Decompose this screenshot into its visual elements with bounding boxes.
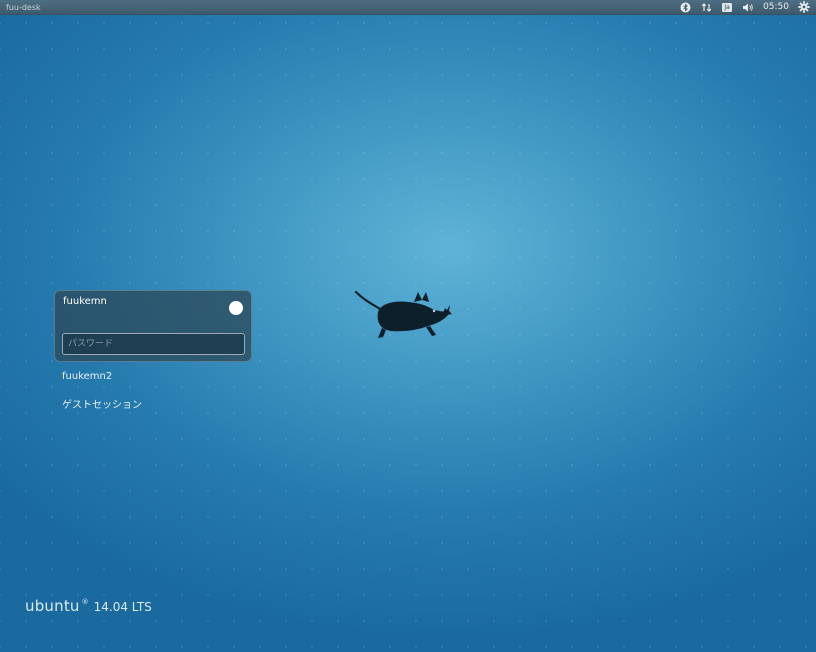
login-screen: fuu-desk Ja 05:50 fuukemn fuukemn2 ゲストセッ… <box>0 0 816 652</box>
user-item-other[interactable]: fuukemn2 <box>62 371 112 382</box>
keyboard-layout-label: Ja <box>722 2 732 12</box>
xfce-mouse-logo <box>354 290 452 338</box>
clock-label[interactable]: 05:50 <box>763 2 789 12</box>
login-panel: fuukemn <box>54 290 252 362</box>
ubuntu-branding: ubuntu ® 14.04 LTS <box>25 597 152 615</box>
selected-user-name[interactable]: fuukemn <box>63 296 107 307</box>
indicator-area: Ja 05:50 <box>679 1 810 13</box>
bluetooth-icon[interactable] <box>679 1 691 13</box>
password-field[interactable] <box>62 333 245 355</box>
guest-session-item[interactable]: ゲストセッション <box>62 396 142 411</box>
network-icon[interactable] <box>700 1 712 13</box>
keyboard-icon[interactable]: Ja <box>721 1 733 13</box>
top-panel: fuu-desk Ja 05:50 <box>0 0 816 15</box>
version-label: 14.04 LTS <box>93 600 152 614</box>
session-selector-icon[interactable] <box>229 301 243 315</box>
registered-mark: ® <box>81 598 89 606</box>
ubuntu-wordmark: ubuntu <box>25 597 80 615</box>
volume-icon[interactable] <box>742 1 754 13</box>
hostname-label: fuu-desk <box>6 2 41 12</box>
gear-icon[interactable] <box>798 1 810 13</box>
